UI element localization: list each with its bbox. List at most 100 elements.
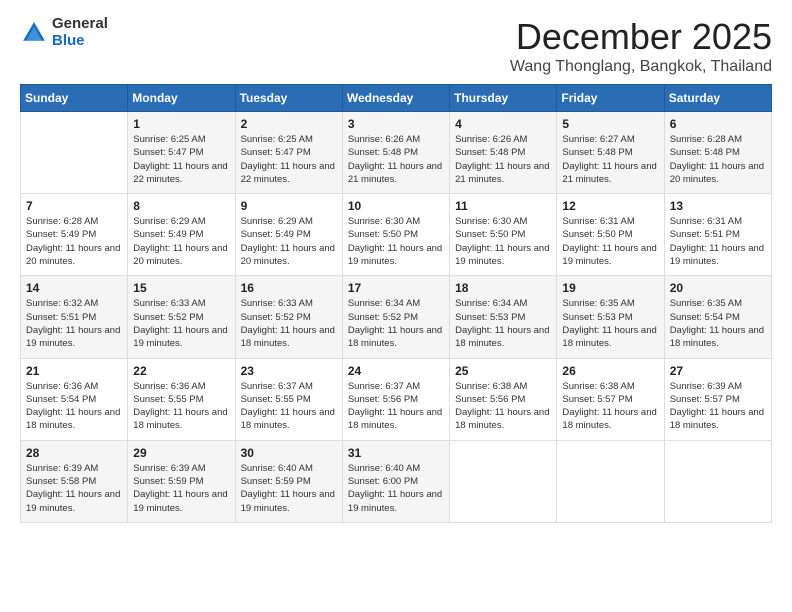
calendar-cell: 27 Sunrise: 6:39 AMSunset: 5:57 PMDayligh… <box>664 358 771 440</box>
calendar-week-row: 28 Sunrise: 6:39 AMSunset: 5:58 PMDayligh… <box>21 440 772 522</box>
day-number: 25 <box>455 364 551 378</box>
day-number: 24 <box>348 364 444 378</box>
cell-details: Sunrise: 6:30 AMSunset: 5:50 PMDaylight:… <box>455 215 551 268</box>
day-number: 2 <box>241 117 337 131</box>
day-number: 15 <box>133 281 229 295</box>
cell-details: Sunrise: 6:39 AMSunset: 5:57 PMDaylight:… <box>670 380 766 433</box>
calendar-cell: 26 Sunrise: 6:38 AMSunset: 5:57 PMDayligh… <box>557 358 664 440</box>
calendar-week-row: 1 Sunrise: 6:25 AMSunset: 5:47 PMDaylight… <box>21 112 772 194</box>
day-number: 26 <box>562 364 658 378</box>
calendar-cell: 30Sunrise: 6:40 AMSunset: 5:59 PMDayligh… <box>235 440 342 522</box>
calendar-week-row: 14 Sunrise: 6:32 AMSunset: 5:51 PMDayligh… <box>21 276 772 358</box>
calendar-cell: 3 Sunrise: 6:26 AMSunset: 5:48 PMDaylight… <box>342 112 449 194</box>
cell-details: Sunrise: 6:36 AMSunset: 5:54 PMDaylight:… <box>26 380 122 433</box>
cell-details: Sunrise: 6:28 AMSunset: 5:48 PMDaylight:… <box>670 133 766 186</box>
calendar-cell <box>557 440 664 522</box>
cell-details: Sunrise: 6:37 AMSunset: 5:56 PMDaylight:… <box>348 380 444 433</box>
cell-details: Sunrise: 6:39 AMSunset: 5:58 PMDaylight:… <box>26 462 122 515</box>
day-number: 17 <box>348 281 444 295</box>
day-number: 7 <box>26 199 122 213</box>
cell-details: Sunrise: 6:39 AMSunset: 5:59 PMDaylight:… <box>133 462 229 515</box>
cell-details: Sunrise: 6:25 AMSunset: 5:47 PMDaylight:… <box>241 133 337 186</box>
day-number: 4 <box>455 117 551 131</box>
calendar-cell: 6 Sunrise: 6:28 AMSunset: 5:48 PMDaylight… <box>664 112 771 194</box>
header-wednesday: Wednesday <box>342 85 449 112</box>
calendar-cell: 28 Sunrise: 6:39 AMSunset: 5:58 PMDayligh… <box>21 440 128 522</box>
day-number: 22 <box>133 364 229 378</box>
header-monday: Monday <box>128 85 235 112</box>
logo-general-text: General <box>52 16 108 33</box>
calendar-cell: 2 Sunrise: 6:25 AMSunset: 5:47 PMDaylight… <box>235 112 342 194</box>
calendar-cell <box>450 440 557 522</box>
calendar-cell: 8Sunrise: 6:29 AMSunset: 5:49 PMDaylight… <box>128 194 235 276</box>
cell-details: Sunrise: 6:37 AMSunset: 5:55 PMDaylight:… <box>241 380 337 433</box>
cell-details: Sunrise: 6:40 AMSunset: 5:59 PMDaylight:… <box>241 462 337 515</box>
cell-details: Sunrise: 6:34 AMSunset: 5:53 PMDaylight:… <box>455 297 551 350</box>
day-number: 21 <box>26 364 122 378</box>
logo: General Blue <box>20 16 108 49</box>
cell-details: Sunrise: 6:35 AMSunset: 5:54 PMDaylight:… <box>670 297 766 350</box>
header-sunday: Sunday <box>21 85 128 112</box>
day-number: 28 <box>26 446 122 460</box>
calendar-cell: 20 Sunrise: 6:35 AMSunset: 5:54 PMDayligh… <box>664 276 771 358</box>
calendar-cell: 19 Sunrise: 6:35 AMSunset: 5:53 PMDayligh… <box>557 276 664 358</box>
calendar-cell: 5 Sunrise: 6:27 AMSunset: 5:48 PMDaylight… <box>557 112 664 194</box>
day-number: 16 <box>241 281 337 295</box>
header-friday: Friday <box>557 85 664 112</box>
cell-details: Sunrise: 6:38 AMSunset: 5:56 PMDaylight:… <box>455 380 551 433</box>
calendar-cell: 18 Sunrise: 6:34 AMSunset: 5:53 PMDayligh… <box>450 276 557 358</box>
cell-details: Sunrise: 6:28 AMSunset: 5:49 PMDaylight:… <box>26 215 122 268</box>
day-number: 11 <box>455 199 551 213</box>
calendar-cell: 7 Sunrise: 6:28 AMSunset: 5:49 PMDaylight… <box>21 194 128 276</box>
day-number: 3 <box>348 117 444 131</box>
day-number: 29 <box>133 446 229 460</box>
day-number: 31 <box>348 446 444 460</box>
day-number: 23 <box>241 364 337 378</box>
calendar-cell: 25 Sunrise: 6:38 AMSunset: 5:56 PMDayligh… <box>450 358 557 440</box>
cell-details: Sunrise: 6:33 AMSunset: 5:52 PMDaylight:… <box>241 297 337 350</box>
calendar-cell: 13 Sunrise: 6:31 AMSunset: 5:51 PMDayligh… <box>664 194 771 276</box>
page-header: General Blue December 2025 Wang Thonglan… <box>20 16 772 76</box>
cell-details: Sunrise: 6:25 AMSunset: 5:47 PMDaylight:… <box>133 133 229 186</box>
calendar-cell <box>664 440 771 522</box>
calendar-cell: 15Sunrise: 6:33 AMSunset: 5:52 PMDayligh… <box>128 276 235 358</box>
cell-details: Sunrise: 6:32 AMSunset: 5:51 PMDaylight:… <box>26 297 122 350</box>
cell-details: Sunrise: 6:31 AMSunset: 5:51 PMDaylight:… <box>670 215 766 268</box>
cell-details: Sunrise: 6:31 AMSunset: 5:50 PMDaylight:… <box>562 215 658 268</box>
day-number: 20 <box>670 281 766 295</box>
title-block: December 2025 Wang Thonglang, Bangkok, T… <box>510 16 772 76</box>
calendar-cell: 11 Sunrise: 6:30 AMSunset: 5:50 PMDayligh… <box>450 194 557 276</box>
logo-icon <box>20 19 48 47</box>
location-title: Wang Thonglang, Bangkok, Thailand <box>510 58 772 76</box>
day-number: 5 <box>562 117 658 131</box>
logo-text: General Blue <box>52 16 108 49</box>
header-thursday: Thursday <box>450 85 557 112</box>
calendar-week-row: 21 Sunrise: 6:36 AMSunset: 5:54 PMDayligh… <box>21 358 772 440</box>
calendar-cell: 29 Sunrise: 6:39 AMSunset: 5:59 PMDayligh… <box>128 440 235 522</box>
cell-details: Sunrise: 6:35 AMSunset: 5:53 PMDaylight:… <box>562 297 658 350</box>
day-number: 1 <box>133 117 229 131</box>
cell-details: Sunrise: 6:30 AMSunset: 5:50 PMDaylight:… <box>348 215 444 268</box>
calendar-cell: 9 Sunrise: 6:29 AMSunset: 5:49 PMDaylight… <box>235 194 342 276</box>
calendar-cell: 23 Sunrise: 6:37 AMSunset: 5:55 PMDayligh… <box>235 358 342 440</box>
cell-details: Sunrise: 6:29 AMSunset: 5:49 PMDaylight:… <box>133 215 229 268</box>
calendar-cell: 4Sunrise: 6:26 AMSunset: 5:48 PMDaylight… <box>450 112 557 194</box>
day-number: 19 <box>562 281 658 295</box>
day-number: 14 <box>26 281 122 295</box>
day-number: 27 <box>670 364 766 378</box>
calendar-cell <box>21 112 128 194</box>
day-number: 9 <box>241 199 337 213</box>
cell-details: Sunrise: 6:26 AMSunset: 5:48 PMDaylight:… <box>348 133 444 186</box>
cell-details: Sunrise: 6:38 AMSunset: 5:57 PMDaylight:… <box>562 380 658 433</box>
day-number: 13 <box>670 199 766 213</box>
calendar-cell: 22Sunrise: 6:36 AMSunset: 5:55 PMDayligh… <box>128 358 235 440</box>
calendar-cell: 12Sunrise: 6:31 AMSunset: 5:50 PMDayligh… <box>557 194 664 276</box>
day-number: 18 <box>455 281 551 295</box>
cell-details: Sunrise: 6:40 AMSunset: 6:00 PMDaylight:… <box>348 462 444 515</box>
cell-details: Sunrise: 6:29 AMSunset: 5:49 PMDaylight:… <box>241 215 337 268</box>
day-number: 6 <box>670 117 766 131</box>
day-number: 10 <box>348 199 444 213</box>
cell-details: Sunrise: 6:34 AMSunset: 5:52 PMDaylight:… <box>348 297 444 350</box>
cell-details: Sunrise: 6:27 AMSunset: 5:48 PMDaylight:… <box>562 133 658 186</box>
logo-blue-text: Blue <box>52 33 108 50</box>
